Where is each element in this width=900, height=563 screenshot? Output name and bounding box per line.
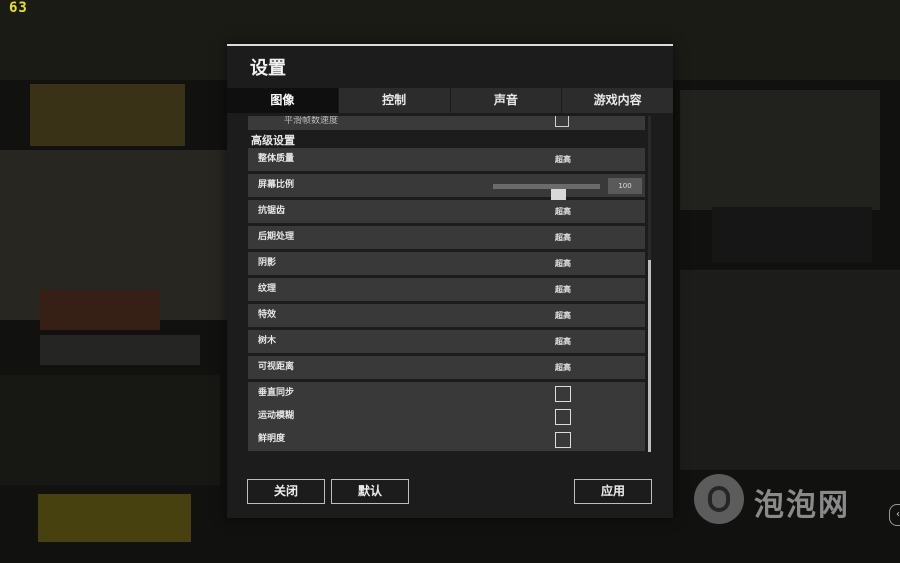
watermark-text: 泡泡网 [754, 488, 850, 523]
sharpness-checkbox[interactable] [555, 432, 571, 448]
setting-row-effects[interactable]: 特效 超高 [248, 304, 645, 327]
setting-label: 垂直同步 [258, 388, 295, 398]
motion-blur-checkbox[interactable] [555, 409, 571, 425]
setting-label: 屏幕比例 [258, 180, 295, 190]
setting-label: 纹理 [258, 284, 277, 294]
settings-tabs: 图像 控制 声音 游戏内容 [227, 88, 673, 113]
setting-value[interactable]: 超高 [555, 304, 571, 327]
dialog-top-border [227, 44, 673, 46]
watermark: 泡泡网 [694, 474, 864, 526]
dialog-title: 设置 [250, 58, 286, 79]
fps-counter: 63 [9, 0, 28, 16]
setting-label: 树木 [258, 336, 277, 346]
tab-controls[interactable]: 控制 [337, 88, 450, 113]
setting-value[interactable]: 超高 [555, 252, 571, 275]
setting-value[interactable]: 超高 [555, 278, 571, 301]
setting-label: 后期处理 [258, 232, 295, 242]
setting-value[interactable]: 超高 [555, 330, 571, 353]
setting-label: 阴影 [258, 258, 277, 268]
setting-row-anti-aliasing[interactable]: 抗锯齿 超高 [248, 200, 645, 223]
screen-scale-input[interactable]: 100 [608, 178, 642, 194]
tab-graphics[interactable]: 图像 [227, 88, 338, 113]
tab-audio[interactable]: 声音 [449, 88, 562, 113]
setting-label: 可视距离 [258, 362, 295, 372]
setting-label: 抗锯齿 [258, 206, 286, 216]
setting-label: 鲜明度 [258, 434, 286, 444]
setting-row-vsync: 垂直同步 [248, 382, 645, 405]
graphics-settings-list: 平滑帧数速度 高级设置 整体质量 超高 屏幕比例 100 抗锯齿 超高 后期处理… [248, 116, 645, 452]
apply-button[interactable]: 应用 [574, 479, 652, 504]
setting-row-overall-quality[interactable]: 整体质量 超高 [248, 148, 645, 171]
screen-scale-slider[interactable] [493, 184, 600, 204]
scrollbar-thumb[interactable] [648, 260, 651, 452]
setting-label: 平滑帧数速度 [284, 116, 339, 126]
setting-value[interactable]: 超高 [555, 148, 571, 171]
chevron-left-icon[interactable]: ‹ [889, 504, 900, 526]
settings-scrollbar[interactable] [648, 116, 651, 452]
setting-row-screen-scale: 屏幕比例 100 [248, 174, 645, 204]
setting-row-foliage[interactable]: 树木 超高 [248, 330, 645, 353]
setting-label: 整体质量 [258, 154, 295, 164]
setting-value[interactable]: 超高 [555, 226, 571, 249]
setting-value[interactable]: 超高 [555, 356, 571, 379]
settings-dialog: 设置 图像 控制 声音 游戏内容 平滑帧数速度 高级设置 整体质量 超高 屏幕比… [227, 44, 673, 518]
setting-row-shadows[interactable]: 阴影 超高 [248, 252, 645, 275]
tab-gameplay[interactable]: 游戏内容 [561, 88, 673, 113]
close-button[interactable]: 关闭 [247, 479, 325, 504]
setting-row-motion-blur: 运动模糊 [248, 405, 645, 428]
setting-row-post-processing[interactable]: 后期处理 超高 [248, 226, 645, 249]
setting-row-view-distance[interactable]: 可视距离 超高 [248, 356, 645, 379]
vsync-checkbox[interactable] [555, 386, 571, 402]
setting-label: 运动模糊 [258, 411, 295, 421]
setting-value[interactable]: 超高 [555, 200, 571, 223]
setting-label: 特效 [258, 310, 277, 320]
setting-row-textures[interactable]: 纹理 超高 [248, 278, 645, 301]
setting-checkbox[interactable] [555, 116, 569, 127]
default-button[interactable]: 默认 [331, 479, 409, 504]
section-title-advanced: 高级设置 [251, 134, 295, 147]
setting-row-sharpness: 鲜明度 [248, 428, 645, 451]
setting-row-partial: 平滑帧数速度 [248, 116, 645, 130]
watermark-logo-icon [694, 474, 744, 524]
